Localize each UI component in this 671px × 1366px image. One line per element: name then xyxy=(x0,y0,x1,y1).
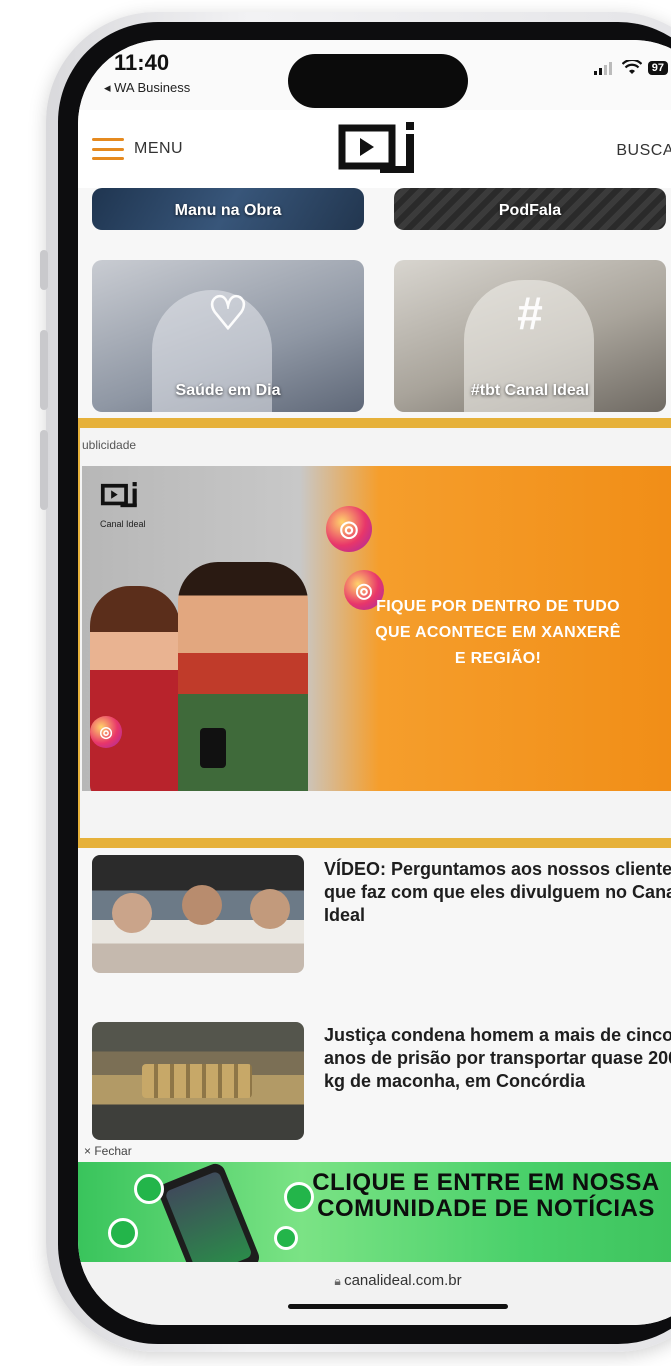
advertisement-tag: ublicidade xyxy=(82,438,137,452)
menu-label: MENU xyxy=(134,140,184,157)
person-head xyxy=(250,889,290,929)
category-tile-podfala[interactable]: PodFala xyxy=(394,188,666,230)
person-head xyxy=(112,893,152,933)
advertisement-frame: ublicidade Canal Ideal ◎ ◎ ◎ FIQUE POR D… xyxy=(78,418,671,848)
canal-ideal-logo[interactable] xyxy=(336,120,422,180)
back-to-app-link[interactable]: ◂ WA Business xyxy=(104,80,190,96)
smartphone-illustration xyxy=(155,1162,263,1262)
whatsapp-banner-text: CLIQUE E ENTRE EM NOSSA COMUNIDADE DE NO… xyxy=(312,1169,660,1222)
news-thumbnail[interactable] xyxy=(92,855,304,973)
wifi-icon xyxy=(621,60,642,74)
tile-label: Saúde em Dia xyxy=(175,382,281,399)
volume-up-button xyxy=(40,330,48,410)
ad-logo: Canal Ideal xyxy=(100,480,154,540)
heart-icon: ♡ xyxy=(207,287,249,339)
advertisement-text: FIQUE POR DENTRO DE TUDO QUE ACONTECE EM… xyxy=(375,598,621,667)
cellular-signal-icon xyxy=(593,61,612,75)
phone-screen: 11:40 ◂ WA Business 97 MENU BUSCA Manu n… xyxy=(78,40,671,1325)
man-figure xyxy=(178,562,308,791)
status-bar: 11:40 ◂ WA Business 97 xyxy=(78,40,671,110)
url-value: canalideal.com.br xyxy=(344,1272,462,1289)
news-title[interactable]: Justiça condena homem a mais de cinco an… xyxy=(324,1024,671,1093)
phone-in-hand xyxy=(200,728,226,768)
status-time: 11:40 xyxy=(114,50,170,75)
browser-address-bar[interactable]: 🔒︎ canalideal.com.br xyxy=(78,1262,671,1325)
instagram-icon: ◎ xyxy=(90,716,122,748)
tile-label: PodFala xyxy=(498,202,562,219)
tile-label: #tbt Canal Ideal xyxy=(470,382,590,399)
category-tile-manu-na-obra[interactable]: Manu na Obra xyxy=(92,188,364,230)
mute-switch xyxy=(40,250,48,290)
battery-icon: 97 xyxy=(647,60,668,75)
canal-ideal-logo xyxy=(100,482,137,508)
menu-button[interactable]: MENU xyxy=(92,138,183,160)
device-mockup: 11:40 ◂ WA Business 97 MENU BUSCA Manu n… xyxy=(0,0,671,1366)
close-banner-button[interactable]: × Fechar xyxy=(84,1144,132,1158)
whatsapp-icon xyxy=(274,1226,298,1250)
advertisement-banner[interactable]: Canal Ideal ◎ ◎ ◎ ◎ ◎ FIQUE POR DENTRO D… xyxy=(82,466,671,791)
instagram-icon: ◎ xyxy=(326,506,372,552)
ad-logo-caption: Canal Ideal xyxy=(100,519,146,529)
category-tile-tbt-canal-ideal[interactable]: # #tbt Canal Ideal xyxy=(394,260,666,412)
person-head xyxy=(182,885,222,925)
url-text: 🔒︎ canalideal.com.br xyxy=(78,1272,671,1289)
hamburger-icon xyxy=(92,138,124,160)
news-title[interactable]: VÍDEO: Perguntamos aos nossos clientes o… xyxy=(324,858,671,927)
whatsapp-icon xyxy=(134,1174,164,1204)
category-tile-saude-em-dia[interactable]: ♡ Saúde em Dia xyxy=(92,260,364,412)
lock-icon: 🔒︎ xyxy=(334,1274,345,1288)
hashtag-icon: # xyxy=(517,287,543,339)
tile-label: Manu na Obra xyxy=(174,202,282,219)
news-thumbnail[interactable] xyxy=(92,1022,304,1140)
whatsapp-icon xyxy=(108,1218,138,1248)
dynamic-island xyxy=(288,54,468,108)
volume-down-button xyxy=(40,430,48,510)
whatsapp-community-banner[interactable]: CLIQUE E ENTRE EM NOSSA COMUNIDADE DE NO… xyxy=(78,1162,671,1262)
search-label: BUSCA xyxy=(616,142,671,159)
home-indicator[interactable] xyxy=(288,1304,508,1309)
seized-packages xyxy=(142,1064,252,1098)
status-icons: 97 xyxy=(593,60,668,75)
search-button[interactable]: BUSCA xyxy=(616,136,671,166)
woman-figure xyxy=(90,586,180,791)
site-header: MENU BUSCA xyxy=(78,110,671,188)
